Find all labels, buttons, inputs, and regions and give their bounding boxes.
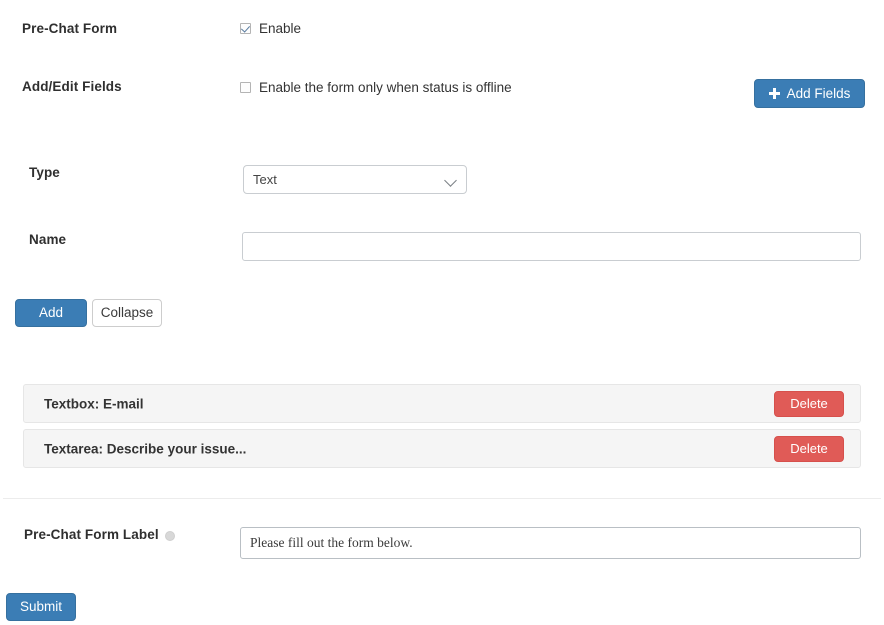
prechat-form-label: Pre-Chat Form: [22, 21, 118, 36]
name-label: Name: [29, 232, 67, 247]
prechat-form-label-text: Pre-Chat Form Label: [24, 527, 159, 542]
name-input[interactable]: [242, 232, 861, 261]
prechat-form-label-textarea[interactable]: Please fill out the form below.: [240, 527, 861, 559]
field-list-item: Textbox: E-mail Delete: [23, 384, 861, 423]
enable-checkbox-label: Enable: [259, 21, 302, 36]
add-edit-fields-label: Add/Edit Fields: [22, 79, 122, 94]
offline-only-checkbox-row[interactable]: Enable the form only when status is offl…: [240, 80, 512, 95]
add-fields-button-label: Add Fields: [786, 85, 851, 101]
enable-checkbox[interactable]: [240, 23, 251, 34]
delete-field-button[interactable]: Delete: [774, 435, 844, 462]
enable-checkbox-row[interactable]: Enable: [240, 21, 301, 36]
type-select-value: Text: [253, 172, 277, 187]
type-select[interactable]: Text: [243, 165, 467, 194]
add-fields-button[interactable]: Add Fields: [754, 79, 865, 108]
chevron-down-icon: [444, 174, 457, 187]
type-label: Type: [29, 165, 60, 180]
field-item-text: Textbox: E-mail: [44, 396, 144, 411]
prechat-form-label-row: Pre-Chat Form Label: [24, 527, 175, 542]
plus-icon: [768, 88, 780, 99]
prechat-form-settings-page: Pre-Chat Form Enable Add/Edit Fields Ena…: [0, 0, 884, 625]
field-list-item: Textarea: Describe your issue... Delete: [23, 429, 861, 468]
info-icon[interactable]: [164, 530, 175, 541]
collapse-button[interactable]: Collapse: [92, 299, 162, 327]
section-divider: [3, 498, 881, 499]
submit-button[interactable]: Submit: [6, 593, 76, 621]
add-button[interactable]: Add: [15, 299, 87, 327]
delete-field-button[interactable]: Delete: [774, 390, 844, 417]
offline-only-checkbox-label: Enable the form only when status is offl…: [259, 80, 512, 95]
offline-only-checkbox[interactable]: [240, 82, 251, 93]
field-item-text: Textarea: Describe your issue...: [44, 441, 247, 456]
